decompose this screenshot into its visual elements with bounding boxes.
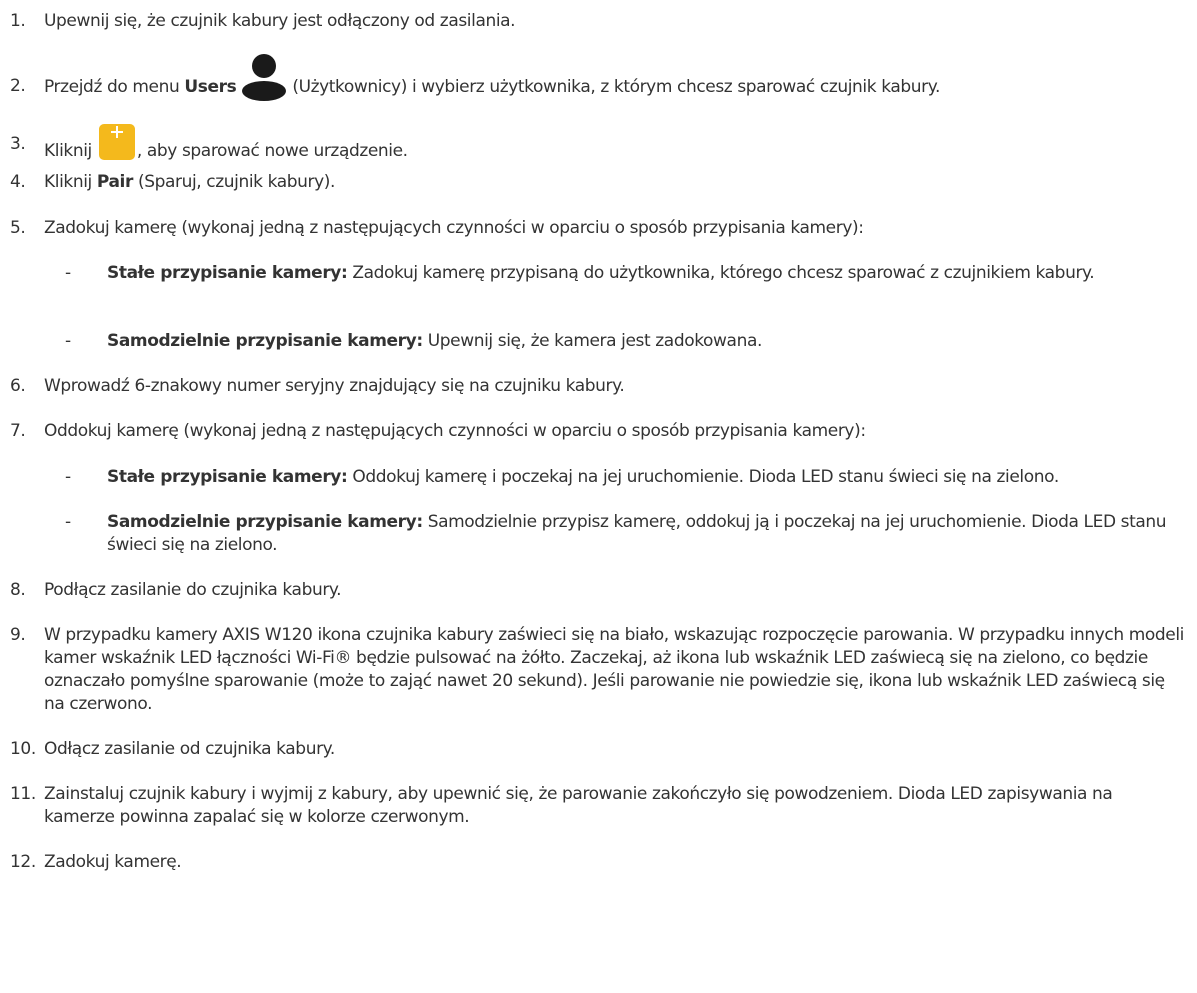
step-2: 2. Przejdź do menu Users (Użytkownicy) i… (10, 54, 1187, 101)
step-text: Upewnij się, że czujnik kabury jest odłą… (44, 11, 516, 31)
step-1: 1. Upewnij się, że czujnik kabury jest o… (10, 10, 1187, 33)
step-text: Oddokuj kamerę (wykonaj jedną z następuj… (44, 421, 866, 441)
dash-bullet: - (65, 263, 71, 283)
step-text: Przejdź do menu Users (Użytkownicy) i wy… (44, 54, 1187, 101)
step-text: Kliknij , aby sparować nowe urządzenie. (44, 124, 1187, 169)
step-number: 9. (10, 625, 26, 645)
dash-bullet: - (65, 331, 71, 351)
pair-label: Pair (96, 172, 133, 192)
step-5: 5. Zadokuj kamerę (wykonaj jedną z nastę… (10, 217, 1187, 240)
step-text: Zainstaluj czujnik kabury i wyjmij z kab… (44, 784, 1113, 827)
step-9: 9. W przypadku kamery AXIS W120 ikona cz… (10, 624, 1187, 716)
step-number: 12. (10, 852, 36, 872)
users-menu-label: Users (184, 77, 237, 97)
step-number: 11. (10, 784, 36, 804)
step-text: Zadokuj kamerę. (44, 852, 182, 872)
step-6: 6. Wprowadź 6-znakowy numer seryjny znaj… (10, 375, 1187, 398)
step-number: 10. (10, 739, 36, 759)
step-text: Zadokuj kamerę (wykonaj jedną z następuj… (44, 218, 864, 238)
step-number: 4. (10, 172, 26, 192)
step-number: 5. (10, 218, 26, 238)
step-text: Odłącz zasilanie od czujnika kabury. (44, 739, 335, 759)
step-text: Podłącz zasilanie do czujnika kabury. (44, 580, 342, 600)
step-7-option-2: - Samodzielnie przypisanie kamery: Samod… (65, 512, 1167, 555)
step-number: 2. (10, 76, 26, 96)
step-4: 4. Kliknij Pair (Sparuj, czujnik kabury)… (10, 171, 1187, 194)
step-3: 3. Kliknij , aby sparować nowe urządzeni… (10, 124, 1187, 169)
step-11: 11. Zainstaluj czujnik kabury i wyjmij z… (10, 783, 1187, 829)
step-5-option-2: - Samodzielnie przypisanie kamery: Upewn… (65, 331, 762, 351)
step-7-option-1: - Stałe przypisanie kamery: Oddokuj kame… (65, 467, 1059, 487)
step-number: 6. (10, 376, 26, 396)
step-number: 8. (10, 580, 26, 600)
step-text: Kliknij Pair (Sparuj, czujnik kabury). (44, 172, 336, 192)
dash-bullet: - (65, 512, 71, 532)
dash-bullet: - (65, 467, 71, 487)
user-icon (241, 54, 287, 101)
step-5-option-1: - Stałe przypisanie kamery: Zadokuj kame… (65, 263, 1095, 283)
step-7: 7. Oddokuj kamerę (wykonaj jedną z nastę… (10, 420, 1187, 443)
step-number: 7. (10, 421, 26, 441)
step-8: 8. Podłącz zasilanie do czujnika kabury. (10, 579, 1187, 602)
step-number: 1. (10, 11, 26, 31)
step-10: 10. Odłącz zasilanie od czujnika kabury. (10, 738, 1187, 761)
step-text: W przypadku kamery AXIS W120 ikona czujn… (44, 625, 1184, 714)
step-12: 12. Zadokuj kamerę. (10, 851, 1187, 874)
step-number: 3. (10, 134, 26, 154)
add-button-icon[interactable] (98, 124, 135, 160)
step-text: Wprowadź 6-znakowy numer seryjny znajduj… (44, 376, 625, 396)
